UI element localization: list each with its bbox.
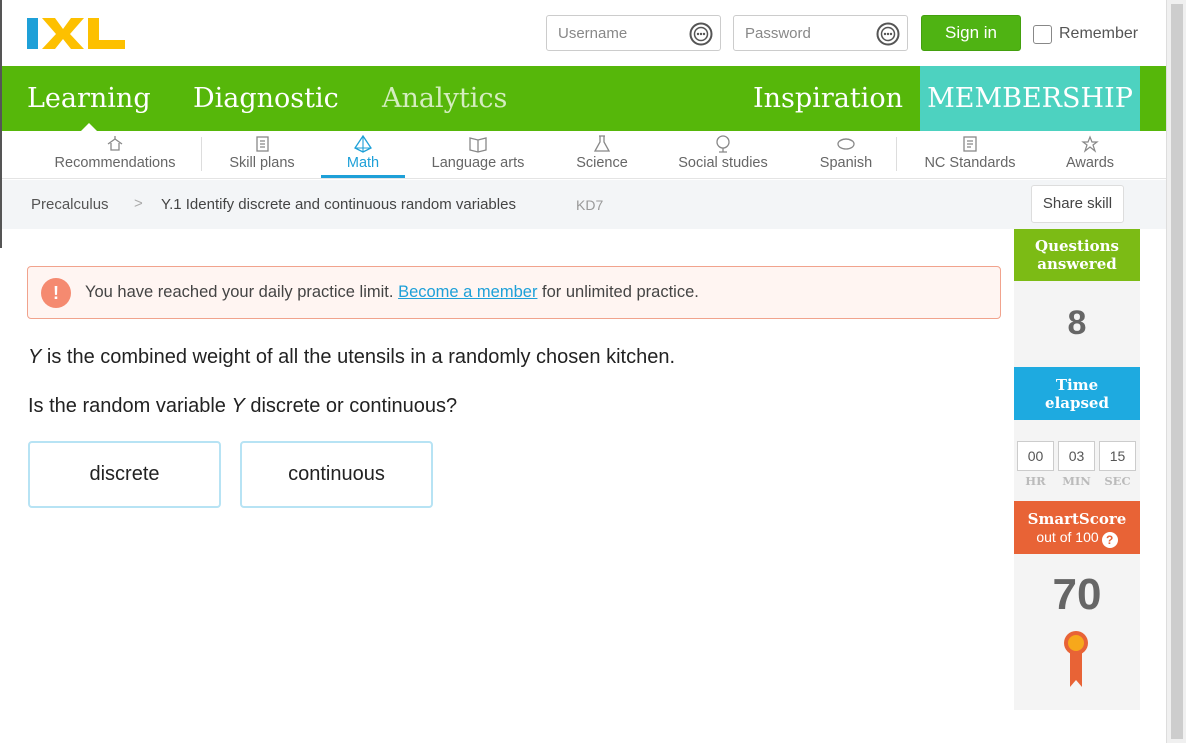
smartscore-header: SmartScore out of 100? [1014,501,1140,554]
recommendations-icon [107,136,123,151]
time-elapsed-label: Time [1055,376,1099,394]
subnav-label: Skill plans [229,155,295,171]
subnav-label: Recommendations [54,155,176,171]
questions-answered-label: Questions [1035,237,1119,255]
remember-label[interactable]: Remember [1059,25,1138,43]
answer-continuous-button[interactable]: continuous [240,441,433,508]
nav-membership[interactable]: MEMBERSHIP [920,66,1140,131]
time-unit-sec: SEC [1104,474,1131,488]
breadcrumb: Precalculus > Y.1 Identify discrete and … [2,180,1166,229]
smartscore-sublabel: out of 100? [1014,528,1140,548]
nav-learning-label: Learning [27,83,151,114]
skill-code: KD7 [576,197,604,213]
subnav-label: Social studies [678,155,768,171]
subnav-social-studies[interactable]: Social studies [667,131,779,178]
question-prompt: Y is the combined weight of all the uten… [28,346,675,369]
time-unit-min: MIN [1062,474,1091,488]
subnav-science[interactable]: Science [563,131,641,178]
sign-in-button[interactable]: Sign in [921,15,1021,51]
smartscore-out-of: out of 100 [1036,529,1099,545]
standards-icon [963,136,977,152]
book-icon [469,137,487,153]
vertical-scrollbar[interactable] [1166,0,1186,743]
main-content: Sign in Remember Learning Diagnostic Ana… [0,0,1166,743]
ribbon-icon [1064,631,1088,687]
breadcrumb-skill: Y.1 Identify discrete and continuous ran… [161,196,516,213]
awards-icon [1081,135,1099,153]
nav-inspiration[interactable]: Inspiration [753,66,903,131]
time-elapsed-header: Time elapsed [1014,367,1140,420]
questions-answered-count: 8 [1067,304,1087,342]
question-text: discrete or continuous? [244,395,458,417]
smartscore-value: 70 [1052,570,1102,619]
password-input[interactable] [734,16,874,50]
skill-plans-icon [256,136,269,152]
help-icon[interactable]: ? [1101,532,1118,548]
subnav-divider [201,137,202,171]
subnav-spanish[interactable]: Spanish [808,131,884,178]
questions-answered-label: answered [1037,255,1117,273]
breadcrumb-course[interactable]: Precalculus [31,196,109,213]
subnav-label: NC Standards [924,155,1016,171]
flask-icon [593,135,611,152]
answer-discrete-button[interactable]: discrete [28,441,221,508]
time-elapsed-label: elapsed [1045,394,1109,412]
share-skill-button[interactable]: Share skill [1031,185,1124,223]
variable: Y [28,346,42,368]
main-nav: Learning Diagnostic Analytics Inspiratio… [2,66,1166,132]
questions-answered-header: Questions answered [1014,229,1140,281]
subnav-skill-plans[interactable]: Skill plans [213,131,311,178]
time-unit-hr: HR [1025,474,1046,488]
math-icon [354,135,372,153]
time-seconds: 15 [1099,441,1136,471]
subnav-awards[interactable]: Awards [1058,131,1122,178]
alert-text-after: for unlimited practice. [537,283,699,301]
stats-sidebar: Questions answered 8 Time elapsed 00 03 … [1014,229,1140,710]
nav-diagnostic[interactable]: Diagnostic [193,66,339,131]
nav-analytics[interactable]: Analytics [382,66,507,131]
question-text: Is the random variable [28,395,232,417]
alert-text-before: You have reached your daily practice lim… [85,283,399,301]
scrollbar-thumb[interactable] [1171,4,1183,739]
question-ask: Is the random variable Y discrete or con… [28,395,457,418]
subnav-divider [896,137,897,171]
password-field[interactable] [733,15,908,51]
smartscore-label: SmartScore [1027,510,1127,528]
time-minutes: 03 [1058,441,1095,471]
practice-limit-alert: ! You have reached your daily practice l… [27,266,1001,319]
alert-text: You have reached your daily practice lim… [85,283,699,302]
become-member-link[interactable]: Become a member [398,283,537,301]
ixl-logo[interactable] [27,15,125,52]
subnav-label: Awards [1065,155,1115,171]
keyboard-icon[interactable] [876,22,900,46]
variable: Y [231,395,245,417]
breadcrumb-separator: > [134,195,143,212]
subject-nav: Recommendations Skill plans Math Languag… [2,131,1166,179]
username-field[interactable] [546,15,721,51]
subnav-label: Language arts [431,155,525,171]
subnav-label: Science [576,155,628,171]
remember-checkbox[interactable] [1033,24,1052,44]
subnav-label: Math [346,155,380,171]
question-text: is the combined weight of all the utensi… [41,346,676,368]
page: Sign in Remember Learning Diagnostic Ana… [0,0,1186,743]
subnav-math[interactable]: Math [321,131,405,178]
remember-checkbox-row[interactable]: Remember [1033,24,1138,44]
keyboard-icon[interactable] [689,22,713,46]
globe-icon [716,135,730,153]
subnav-recommendations[interactable]: Recommendations [41,131,189,178]
time-hours: 00 [1017,441,1054,471]
username-input[interactable] [547,16,687,50]
nav-learning[interactable]: Learning [27,66,151,132]
subnav-nc-standards[interactable]: NC Standards [912,131,1028,178]
subnav-language-arts[interactable]: Language arts [419,131,537,178]
spanish-icon [837,138,855,150]
subnav-label: Spanish [819,155,873,171]
alert-icon: ! [41,278,71,308]
